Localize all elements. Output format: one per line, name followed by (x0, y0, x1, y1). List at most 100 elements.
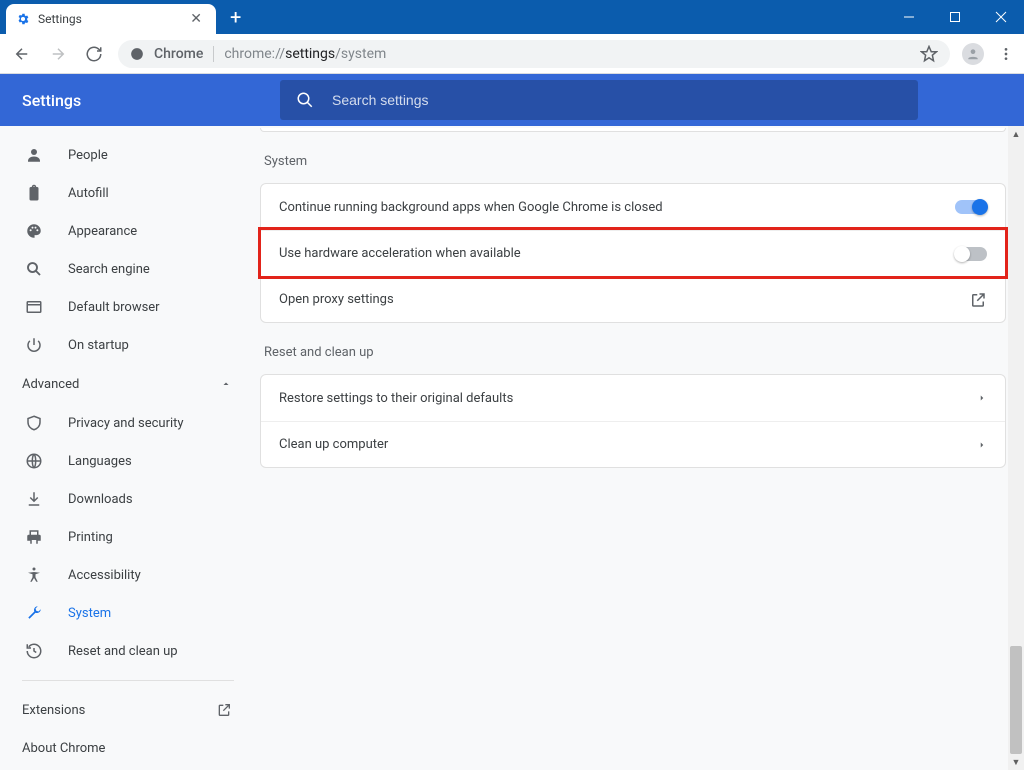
back-button[interactable] (10, 42, 34, 66)
browser-tab[interactable]: Settings ✕ (6, 4, 216, 34)
settings-header: Settings (0, 74, 1024, 126)
download-icon (24, 489, 44, 509)
sidebar-item-label: Default browser (68, 300, 160, 315)
sidebar-item-default-browser[interactable]: Default browser (0, 288, 256, 326)
sidebar-item-languages[interactable]: Languages (0, 442, 256, 480)
row-label: Continue running background apps when Go… (279, 200, 663, 215)
vertical-scrollbar[interactable]: ▲ ▼ (1008, 126, 1024, 770)
settings-sidebar: People Autofill Appearance Search engine… (0, 126, 256, 770)
section-title-system: System (264, 154, 1006, 169)
chevron-up-icon (220, 378, 232, 390)
sidebar-item-label: Reset and clean up (68, 644, 178, 659)
wrench-icon (24, 603, 44, 623)
row-label: Open proxy settings (279, 292, 394, 307)
toggle-background-apps[interactable] (955, 200, 987, 214)
sidebar-item-startup[interactable]: On startup (0, 326, 256, 364)
system-card: Continue running background apps when Go… (260, 183, 1006, 323)
globe-icon (24, 451, 44, 471)
scroll-down-arrow-icon[interactable]: ▼ (1008, 754, 1024, 770)
tab-title: Settings (38, 12, 178, 26)
chevron-right-icon (977, 393, 987, 403)
scroll-thumb[interactable] (1010, 646, 1022, 754)
sidebar-item-printing[interactable]: Printing (0, 518, 256, 556)
sidebar-item-label: Printing (68, 530, 113, 545)
minimize-button[interactable] (886, 0, 932, 34)
menu-icon[interactable] (998, 46, 1014, 62)
settings-gear-icon (16, 12, 30, 26)
sidebar-item-autofill[interactable]: Autofill (0, 174, 256, 212)
sidebar-item-label: On startup (68, 338, 129, 353)
sidebar-divider (22, 680, 234, 681)
sidebar-item-accessibility[interactable]: Accessibility (0, 556, 256, 594)
settings-main-panel: System Continue running background apps … (256, 126, 1024, 770)
window-controls (886, 0, 1024, 34)
section-title-reset: Reset and clean up (264, 345, 1006, 360)
reload-button[interactable] (82, 42, 106, 66)
clipboard-icon (24, 183, 44, 203)
content-area: People Autofill Appearance Search engine… (0, 126, 1024, 770)
row-background-apps[interactable]: Continue running background apps when Go… (261, 184, 1005, 230)
close-tab-icon[interactable]: ✕ (186, 10, 206, 28)
maximize-button[interactable] (932, 0, 978, 34)
power-icon (24, 335, 44, 355)
sidebar-item-people[interactable]: People (0, 136, 256, 174)
forward-button[interactable] (46, 42, 70, 66)
sidebar-item-label: Search engine (68, 262, 150, 277)
sidebar-item-downloads[interactable]: Downloads (0, 480, 256, 518)
sidebar-item-label: Downloads (68, 492, 133, 507)
sidebar-item-label: Languages (68, 454, 132, 469)
sidebar-item-extensions[interactable]: Extensions (0, 691, 256, 729)
new-tab-button[interactable]: + (216, 7, 255, 27)
row-restore-defaults[interactable]: Restore settings to their original defau… (261, 375, 1005, 421)
toggle-hardware-acceleration[interactable] (955, 247, 987, 261)
row-label: Use hardware acceleration when available (279, 246, 521, 261)
sidebar-item-about[interactable]: About Chrome (0, 729, 256, 767)
sidebar-item-system[interactable]: System (0, 594, 256, 632)
sidebar-item-privacy[interactable]: Privacy and security (0, 404, 256, 442)
row-clean-up-computer[interactable]: Clean up computer (261, 421, 1005, 467)
bookmark-star-icon[interactable] (920, 45, 938, 63)
close-window-button[interactable] (978, 0, 1024, 34)
url-scheme-label: Chrome (154, 46, 214, 62)
restore-icon (24, 641, 44, 661)
palette-icon (24, 221, 44, 241)
search-settings-input[interactable] (332, 92, 902, 108)
site-info-icon[interactable] (130, 47, 144, 61)
reset-card: Restore settings to their original defau… (260, 374, 1006, 468)
sidebar-item-label: Autofill (68, 186, 109, 201)
search-icon (24, 259, 44, 279)
extensions-label: Extensions (22, 703, 85, 718)
address-bar[interactable]: Chrome chrome://settings/system (118, 40, 950, 68)
window-titlebar: Settings ✕ + (0, 0, 1024, 34)
sidebar-item-label: System (68, 606, 111, 621)
browser-window-icon (24, 297, 44, 317)
sidebar-item-label: Appearance (68, 224, 137, 239)
printer-icon (24, 527, 44, 547)
about-label: About Chrome (22, 741, 105, 756)
row-label: Clean up computer (279, 437, 388, 452)
chevron-right-icon (977, 440, 987, 450)
shield-icon (24, 413, 44, 433)
advanced-label: Advanced (22, 377, 79, 392)
sidebar-item-appearance[interactable]: Appearance (0, 212, 256, 250)
sidebar-advanced-toggle[interactable]: Advanced (0, 364, 256, 404)
sidebar-item-label: Privacy and security (68, 416, 184, 431)
url-text: chrome://settings/system (224, 46, 386, 62)
row-label: Restore settings to their original defau… (279, 391, 513, 406)
browser-toolbar: Chrome chrome://settings/system (0, 34, 1024, 74)
previous-card-edge (260, 128, 1006, 132)
scroll-up-arrow-icon[interactable]: ▲ (1008, 126, 1024, 142)
search-icon (296, 91, 314, 109)
external-link-icon (216, 702, 232, 718)
sidebar-item-label: Accessibility (68, 568, 141, 583)
row-proxy-settings[interactable]: Open proxy settings (261, 276, 1005, 322)
page-title: Settings (22, 91, 280, 110)
search-settings-bar[interactable] (280, 80, 918, 120)
sidebar-item-search-engine[interactable]: Search engine (0, 250, 256, 288)
row-hardware-acceleration[interactable]: Use hardware acceleration when available (261, 230, 1005, 276)
person-icon (24, 145, 44, 165)
accessibility-icon (24, 565, 44, 585)
sidebar-item-label: People (68, 148, 108, 163)
profile-avatar-icon[interactable] (962, 43, 984, 65)
sidebar-item-reset[interactable]: Reset and clean up (0, 632, 256, 670)
